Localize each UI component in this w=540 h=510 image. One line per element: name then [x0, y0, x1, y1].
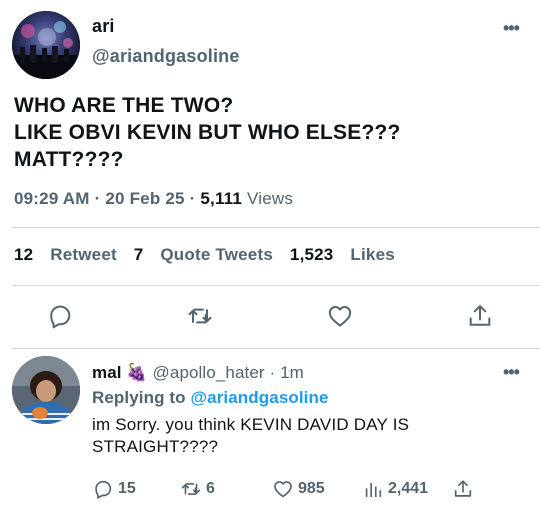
reply-retweets-count: 6 [206, 480, 215, 497]
meta-separator: · [189, 189, 201, 208]
tweet-time[interactable]: 09:29 AM [14, 189, 90, 208]
retweets-stat[interactable]: 12 Retweet [14, 245, 117, 264]
retweets-count: 12 [14, 245, 34, 264]
views-label: Views [247, 189, 294, 208]
heart-icon [328, 306, 352, 327]
reply-more-options-icon[interactable]: ••• [503, 362, 520, 383]
author-name[interactable]: ari [92, 16, 115, 37]
tweet-text: WHO ARE THE TWO? LIKE OBVI KEVIN BUT WHO… [14, 94, 401, 171]
replying-to: Replying to @ariandgasoline [92, 388, 329, 408]
divider [12, 285, 540, 286]
avatar-image [12, 11, 80, 79]
reply-author-name[interactable]: mal [92, 363, 122, 382]
views-count: 5,111 [200, 189, 243, 208]
reply-views-button[interactable]: 2,441 [362, 478, 428, 500]
engagement-stats: 12 Retweet 7 Quote Tweets 1,523 Likes [14, 245, 407, 265]
reply-author-avatar[interactable] [12, 356, 80, 424]
reply-icon [50, 305, 71, 329]
reply-icon [95, 480, 112, 499]
like-button[interactable] [326, 302, 354, 330]
reply-time[interactable]: 1m [280, 363, 304, 382]
share-icon [454, 480, 472, 497]
quotes-label: Quote Tweets [160, 245, 273, 264]
share-icon [469, 305, 491, 326]
quotes-stat[interactable]: 7 Quote Tweets [134, 245, 273, 264]
reply-button[interactable] [46, 302, 74, 330]
more-options-icon[interactable]: ••• [503, 18, 520, 39]
reply-replies-count: 15 [118, 480, 136, 497]
avatar-image [12, 356, 80, 424]
reply-share-button[interactable] [452, 478, 478, 500]
divider [12, 227, 540, 228]
tweet-meta: 09:29 AM · 20 Feb 25 · 5,111 Views [14, 189, 293, 209]
reply-retweet-button[interactable]: 6 [180, 478, 215, 500]
divider [12, 348, 540, 349]
author-avatar[interactable] [12, 11, 80, 79]
meta-separator: · [269, 363, 276, 382]
reply-views-count: 2,441 [388, 480, 429, 497]
tweet-date[interactable]: 20 Feb 25 [105, 189, 184, 208]
likes-label: Likes [350, 245, 395, 264]
likes-stat[interactable]: 1,523 Likes [290, 245, 395, 264]
reply-like-button[interactable]: 985 [272, 478, 325, 500]
reply-author-handle[interactable]: @apollo_hater [153, 363, 265, 382]
author-handle[interactable]: @ariandgasoline [92, 46, 240, 67]
retweet-button[interactable] [186, 302, 214, 330]
replying-to-handle[interactable]: @ariandgasoline [190, 388, 328, 407]
meta-separator: · [94, 189, 106, 208]
retweet-icon [188, 308, 212, 324]
replying-to-label: Replying to [92, 388, 186, 407]
retweet-icon [181, 483, 201, 495]
reply-header: mal 🍇 @apollo_hater · 1m [92, 363, 304, 383]
grapes-emoji-icon: 🍇 [126, 363, 148, 382]
reply-likes-count: 985 [298, 480, 325, 497]
likes-count: 1,523 [289, 245, 334, 264]
reply-text: im Sorry. you think KEVIN DAVID DAY IS S… [92, 415, 410, 456]
heart-icon [274, 481, 292, 498]
views-icon [365, 482, 382, 498]
retweets-label: Retweet [50, 245, 117, 264]
quotes-count: 7 [133, 245, 144, 264]
share-button[interactable] [466, 302, 494, 330]
reply-reply-button[interactable]: 15 [92, 478, 136, 500]
